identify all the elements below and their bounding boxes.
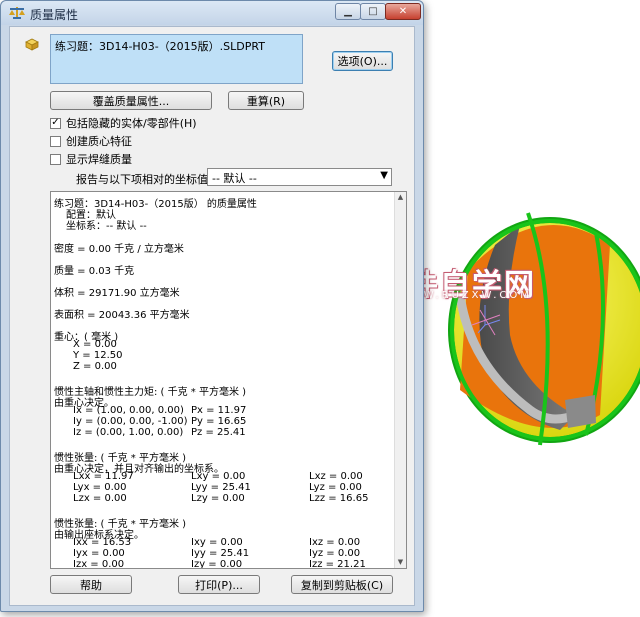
override-mass-button[interactable]: 覆盖质量属性... <box>50 91 212 110</box>
scale-icon <box>9 7 25 19</box>
checkbox-checked-icon[interactable]: ✓ <box>50 117 61 129</box>
tensor-cell: Izy = 0.00 <box>191 559 243 568</box>
coord-system-select[interactable]: -- 默认 -- ▼ <box>207 168 392 186</box>
tensor-cell: Izx = 0.00 <box>73 559 125 568</box>
tensor-cell: Ixy = 0.00 <box>191 537 243 548</box>
tensor-cell: Lyx = 0.00 <box>73 482 127 493</box>
results-principal-axis: Ix = (1.00, 0.00, 0.00) <box>73 405 184 416</box>
results-cog-z: Z = 0.00 <box>73 361 117 372</box>
close-button[interactable]: ✕ <box>385 3 421 20</box>
selected-items-list[interactable]: 练习题：3D14-H03-（2015版）.SLDPRT <box>50 34 303 84</box>
results-mass: 质量 = 0.03 千克 <box>54 266 135 277</box>
mass-properties-dialog: 质量属性 ▁ □ ✕ 练习题：3D14-H03-（2015版）.SLDPRT 选… <box>0 0 424 612</box>
window-title: 质量属性 <box>30 8 79 22</box>
tensor-cell: Lzx = 0.00 <box>73 493 127 504</box>
tensor-cell: Lyy = 25.41 <box>191 482 251 493</box>
checkbox-icon[interactable] <box>50 153 61 165</box>
scroll-down-icon[interactable]: ▼ <box>395 557 406 568</box>
results-surface-area: 表面积 = 20043.36 平方毫米 <box>54 310 190 321</box>
include-hidden-label: 包括隐藏的实体/零部件(H) <box>66 117 197 130</box>
weld-mass-checkbox-row[interactable]: 显示焊缝质量 <box>50 151 132 167</box>
tensor-cell: Ixz = 0.00 <box>309 537 361 548</box>
recalculate-button[interactable]: 重算(R) <box>228 91 304 110</box>
coord-system-value: -- 默认 -- <box>212 172 257 185</box>
weld-mass-label: 显示焊缝质量 <box>66 153 132 166</box>
results-density: 密度 = 0.00 千克 / 立方毫米 <box>54 244 184 255</box>
print-button[interactable]: 打印(P)... <box>178 575 260 594</box>
checkbox-icon[interactable] <box>50 135 61 147</box>
results-cog-y: Y = 12.50 <box>73 350 123 361</box>
coord-system-label: 报告与以下项相对的坐标值： <box>76 173 219 186</box>
scroll-up-icon[interactable]: ▲ <box>395 192 406 203</box>
tensor-cell: Lxy = 0.00 <box>191 471 246 482</box>
tensor-cell: Ixx = 16.53 <box>73 537 132 548</box>
3d-model-view <box>448 212 640 446</box>
results-principal-moment: Px = 11.97 <box>191 405 247 416</box>
results-principal-moment: Py = 16.65 <box>191 416 247 427</box>
chevron-down-icon[interactable]: ▼ <box>380 170 388 181</box>
create-cog-checkbox-row[interactable]: 创建质心特征 <box>50 133 132 149</box>
tensor-cell: Iyx = 0.00 <box>73 548 125 559</box>
results-volume: 体积 = 29171.90 立方毫米 <box>54 288 180 299</box>
results-principal-moment: Pz = 25.41 <box>191 427 246 438</box>
options-button[interactable]: 选项(O)... <box>332 51 393 71</box>
tensor-cell: Izz = 21.21 <box>309 559 366 568</box>
title-bar[interactable]: 质量属性 ▁ □ ✕ <box>1 1 423 25</box>
create-cog-label: 创建质心特征 <box>66 135 132 148</box>
tensor-cell: Lxz = 0.00 <box>309 471 363 482</box>
maximize-button[interactable]: □ <box>360 3 386 20</box>
tensor-cell: Lzz = 16.65 <box>309 493 369 504</box>
tensor-cell: Iyy = 25.41 <box>191 548 250 559</box>
tensor-cell: Lzy = 0.00 <box>191 493 245 504</box>
results-coord-system: 坐标系：-- 默认 -- <box>66 221 147 232</box>
tensor-cell: Lyz = 0.00 <box>309 482 362 493</box>
vertical-scrollbar[interactable]: ▲ ▼ <box>394 192 406 568</box>
dialog-content: 练习题：3D14-H03-（2015版）.SLDPRT 选项(O)... 覆盖质… <box>9 26 415 606</box>
include-hidden-checkbox-row[interactable]: ✓ 包括隐藏的实体/零部件(H) <box>50 115 197 131</box>
copy-to-clipboard-button[interactable]: 复制到剪贴板(C) <box>291 575 393 594</box>
part-icon <box>25 38 39 51</box>
results-principal-axis: Iz = (0.00, 1.00, 0.00) <box>73 427 184 438</box>
selected-item[interactable]: 练习题：3D14-H03-（2015版）.SLDPRT <box>55 38 298 54</box>
results-principal-axis: Iy = (0.00, 0.00, -1.00) <box>73 416 188 427</box>
help-button[interactable]: 帮助 <box>50 575 132 594</box>
minimize-button[interactable]: ▁ <box>335 3 361 20</box>
tensor-cell: Lxx = 11.97 <box>73 471 134 482</box>
results-textbox[interactable]: 练习题：3D14-H03-（2015版） 的质量属性 配置：默认 坐标系：-- … <box>50 191 407 569</box>
results-cog-x: X = 0.00 <box>73 339 117 350</box>
tensor-cell: Iyz = 0.00 <box>309 548 361 559</box>
